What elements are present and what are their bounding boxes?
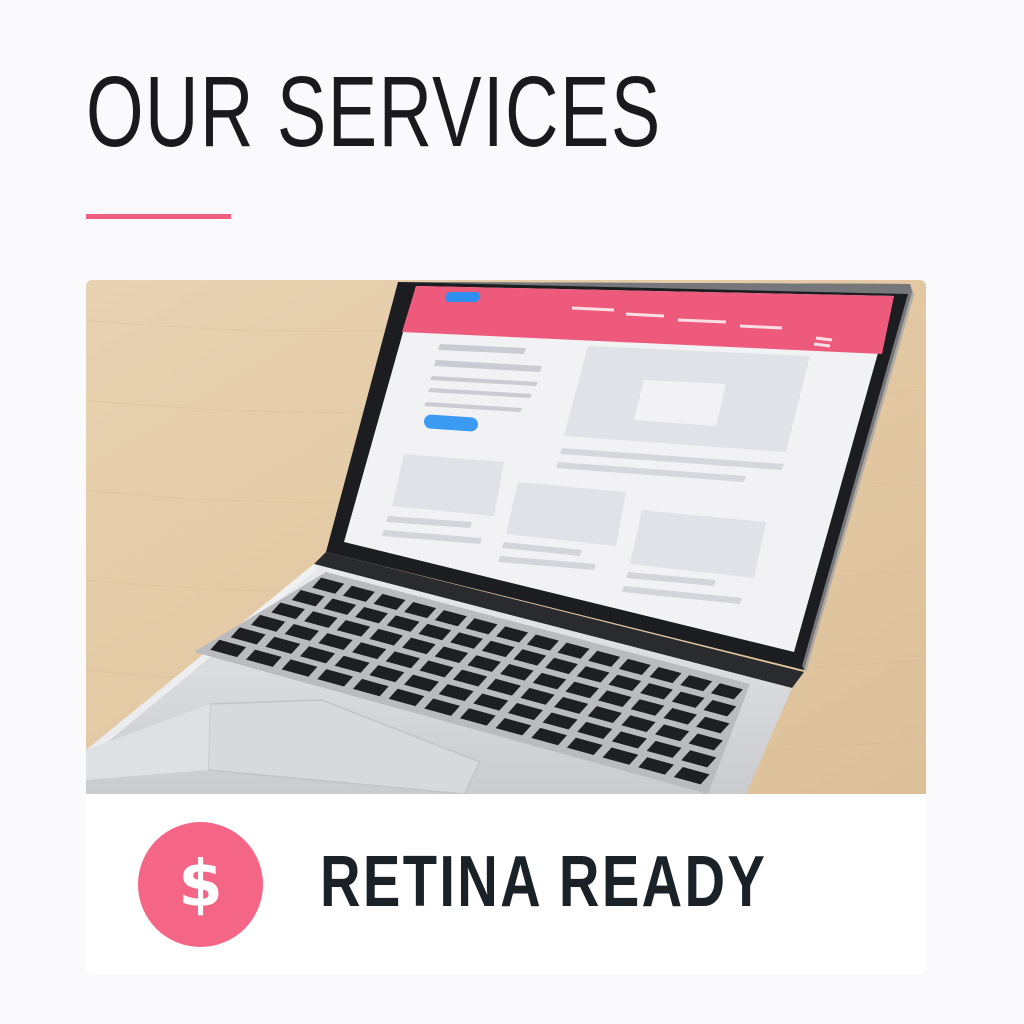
feature-label: RETINA READY (320, 842, 768, 922)
dollar-glyph: $ (178, 847, 223, 922)
page-title: OUR SERVICES (86, 56, 662, 168)
title-underline (86, 214, 231, 219)
service-card[interactable]: $ RETINA READY (86, 280, 926, 974)
laptop-photo (86, 280, 926, 794)
dollar-icon: $ (138, 822, 263, 947)
